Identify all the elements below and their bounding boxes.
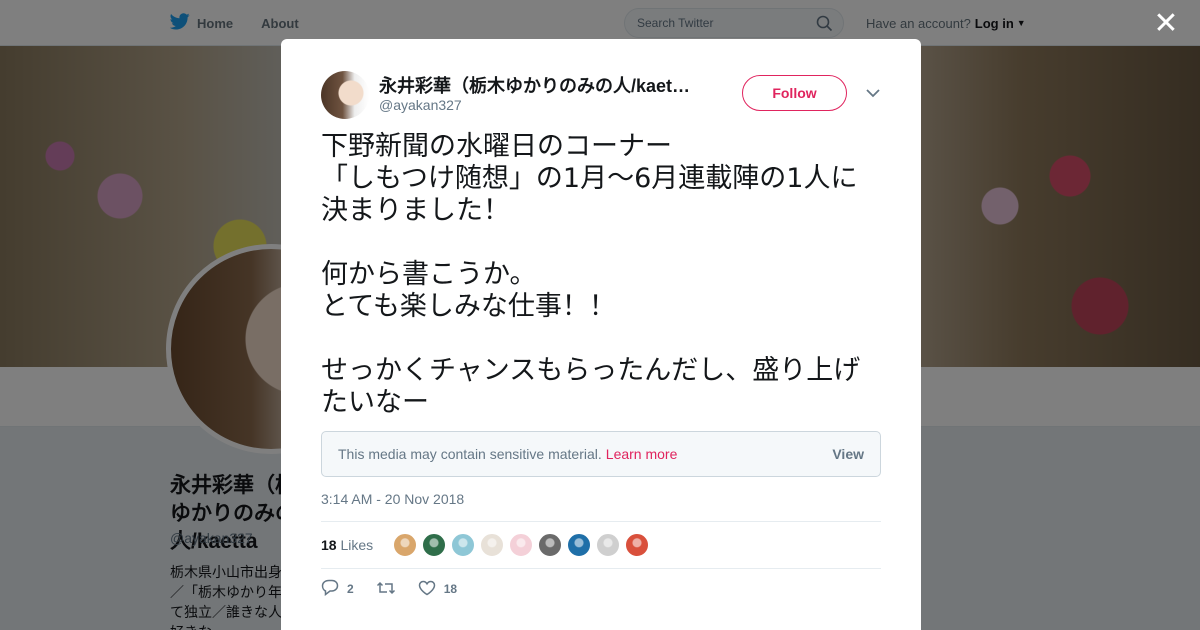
chevron-down-icon[interactable] — [864, 84, 882, 102]
retweet-button[interactable] — [376, 580, 396, 599]
learn-more-link[interactable]: Learn more — [606, 446, 678, 462]
liker-avatar-3[interactable] — [451, 533, 476, 557]
liker-avatar-2[interactable] — [422, 533, 447, 557]
liker-avatar-4[interactable] — [480, 533, 505, 557]
likes-label: Likes — [340, 537, 374, 553]
author-name[interactable]: 永井彩華（栃木ゆかりのみの人/kaet… — [379, 72, 699, 98]
liker-avatar-1[interactable] — [393, 533, 418, 557]
author-avatar[interactable] — [321, 71, 369, 119]
reply-icon — [321, 579, 339, 599]
like-count: 18 — [443, 582, 458, 596]
likes-count[interactable]: 18 Likes — [321, 537, 373, 553]
liker-avatar-8[interactable] — [596, 533, 621, 557]
follow-button[interactable]: Follow — [742, 75, 847, 111]
sensitive-notice-text: This media may contain sensitive materia… — [338, 446, 602, 462]
liker-avatars — [393, 533, 650, 557]
author-handle[interactable]: @ayakan327 — [379, 97, 462, 113]
liker-avatar-6[interactable] — [538, 533, 563, 557]
likes-number: 18 — [321, 537, 337, 553]
tweet-timestamp[interactable]: 3:14 AM - 20 Nov 2018 — [321, 491, 464, 507]
tweet-modal: 永井彩華（栃木ゆかりのみの人/kaet… @ayakan327 Follow 下… — [281, 39, 921, 630]
retweet-icon — [376, 580, 396, 599]
close-icon[interactable]: ✕ — [1152, 9, 1180, 39]
view-media-button[interactable]: View — [832, 446, 864, 462]
liker-avatar-5[interactable] — [509, 533, 534, 557]
liker-avatar-9[interactable] — [625, 533, 650, 557]
like-button[interactable]: 18 — [418, 580, 457, 599]
reply-count: 2 — [347, 582, 354, 596]
liker-avatar-7[interactable] — [567, 533, 592, 557]
likes-row: 18 Likes — [321, 522, 881, 568]
tweet-text: 下野新聞の水曜日のコーナー 「しもつけ随想」の1月〜6月連載陣の1人に決まりまし… — [321, 131, 861, 418]
divider — [321, 568, 881, 569]
tweet-actions: 2 18 — [321, 579, 479, 599]
heart-icon — [418, 580, 436, 599]
sensitive-media-notice: This media may contain sensitive materia… — [321, 431, 881, 477]
reply-button[interactable]: 2 — [321, 579, 354, 599]
